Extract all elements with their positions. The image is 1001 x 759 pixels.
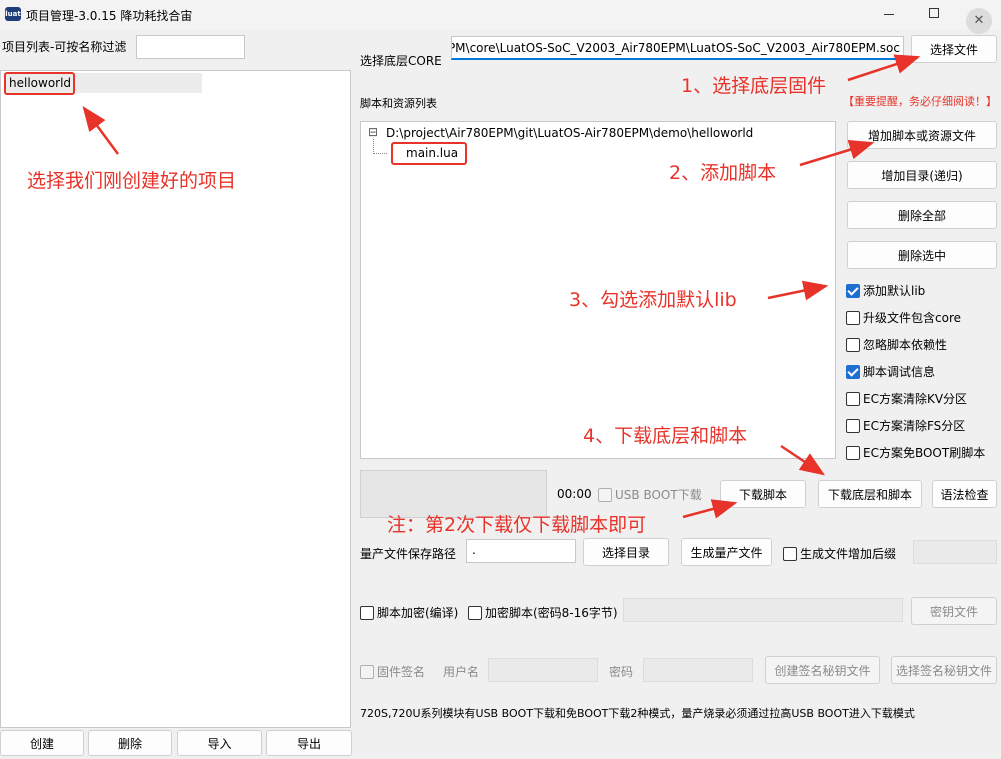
annotation-step2: 2、添加脚本 [669, 162, 777, 184]
arrow-to-choose-file [847, 54, 921, 82]
annotation-arrows [82, 54, 921, 519]
arrow-to-project [82, 105, 120, 155]
arrow-to-add-script [799, 140, 875, 167]
arrow-to-download-script [682, 499, 738, 519]
arrow-to-download-core [780, 444, 826, 476]
arrow-to-default-lib [767, 280, 829, 301]
annotation-select-project: 选择我们刚创建好的项目 [27, 170, 237, 192]
annotation-step3: 3、勾选添加默认lib [569, 289, 737, 311]
annotation-step4: 4、下载底层和脚本 [583, 425, 748, 447]
annotation-step1: 1、选择底层固件 [681, 75, 827, 97]
annotation-note: 注：第2次下载仅下载脚本即可 [387, 514, 647, 536]
